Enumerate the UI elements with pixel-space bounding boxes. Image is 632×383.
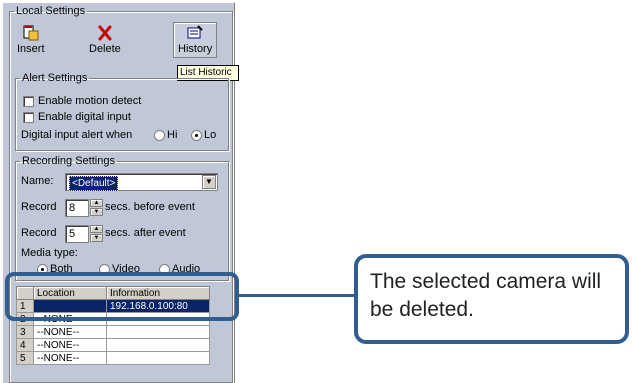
chevron-down-icon[interactable]: ▼ (202, 175, 216, 189)
record-after-input[interactable]: 5 (65, 225, 89, 243)
table-row[interactable]: 5 --NONE-- (16, 351, 210, 365)
radio-hi-circle[interactable] (154, 129, 165, 141)
selection-highlight-box (5, 272, 239, 321)
record-before-input[interactable]: 8 (65, 199, 89, 217)
row-index[interactable]: 4 (16, 338, 34, 352)
radio-lo-label: Lo (204, 129, 217, 141)
name-label: Name: (21, 175, 54, 187)
record-before-suffix: secs. before event (105, 201, 195, 213)
history-button[interactable]: History (173, 22, 218, 58)
cell-information[interactable] (106, 325, 210, 339)
radio-lo-circle[interactable] (191, 129, 202, 141)
motion-detect-label: Enable motion detect (38, 95, 142, 107)
recording-settings-legend: Recording Settings (22, 155, 115, 167)
motion-detect-checkbox[interactable]: Enable motion detect (23, 95, 141, 107)
cell-location[interactable]: --NONE-- (33, 325, 107, 339)
delete-icon (98, 25, 112, 41)
digital-input-label: Enable digital input (38, 111, 131, 123)
name-select-value: <Default> (69, 176, 119, 191)
insert-label: Insert (17, 43, 45, 55)
cell-location[interactable]: --NONE-- (33, 338, 107, 352)
spin-down-icon[interactable]: ▼ (90, 208, 103, 216)
radio-lo[interactable]: Lo (191, 129, 216, 141)
callout-box: The selected camera will be deleted. (354, 254, 629, 344)
row-index[interactable]: 3 (16, 325, 34, 339)
motion-detect-box[interactable] (23, 95, 34, 107)
name-select[interactable]: <Default> ▼ (65, 173, 218, 191)
callout-connector (239, 294, 354, 297)
history-icon (187, 25, 203, 39)
delete-label: Delete (89, 43, 121, 55)
insert-icon (23, 25, 39, 41)
cell-information[interactable] (106, 338, 210, 352)
cell-information[interactable] (106, 351, 210, 365)
delete-button[interactable]: Delete (89, 25, 121, 55)
radio-hi[interactable]: Hi (154, 129, 177, 141)
history-label: History (178, 43, 213, 55)
digital-alert-label: Digital input alert when (21, 129, 133, 141)
cell-location[interactable]: --NONE-- (33, 351, 107, 365)
spin-up-icon[interactable]: ▲ (90, 199, 103, 207)
record-after-suffix: secs. after event (105, 227, 186, 239)
digital-input-checkbox[interactable]: Enable digital input (23, 111, 131, 123)
spin-down-icon[interactable]: ▼ (90, 234, 103, 242)
table-row[interactable]: 4 --NONE-- (16, 338, 210, 352)
insert-button[interactable]: Insert (17, 25, 45, 55)
media-type-label: Media type: (21, 247, 78, 259)
spin-up-icon[interactable]: ▲ (90, 225, 103, 233)
table-row[interactable]: 3 --NONE-- (16, 325, 210, 339)
radio-hi-label: Hi (167, 129, 178, 141)
record-before-stepper[interactable]: ▲ ▼ (90, 199, 103, 217)
local-settings-legend: Local Settings (16, 5, 86, 17)
callout-text: The selected camera will be deleted. (370, 270, 602, 321)
record-before-label: Record (21, 201, 57, 213)
alert-settings-legend: Alert Settings (22, 72, 88, 84)
record-after-label: Record (21, 227, 57, 239)
row-index[interactable]: 5 (16, 351, 34, 365)
record-after-stepper[interactable]: ▲ ▼ (90, 225, 103, 243)
digital-input-box[interactable] (23, 111, 34, 123)
